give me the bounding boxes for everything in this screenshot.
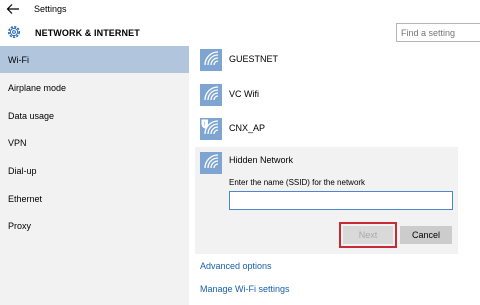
wifi-icon [200,84,222,106]
sidebar-item-label: VPN [8,138,27,148]
ssid-label: Enter the name (SSID) for the network [229,178,366,187]
hidden-network-panel: Hidden Network Enter the name (SSID) for… [195,147,458,254]
page-header: NETWORK & INTERNET [0,19,480,46]
advanced-options-link[interactable]: Advanced options [200,261,272,271]
window-title: Settings [34,4,67,14]
hidden-network-name: Hidden Network [229,155,294,165]
network-name: CNX_AP [229,123,266,133]
cancel-button[interactable]: Cancel [400,226,452,244]
sidebar-item-data-usage[interactable]: Data usage [0,102,189,129]
sidebar-item-wifi[interactable]: Wi-Fi [0,46,189,73]
wifi-shield-icon: ! [200,118,222,140]
page-title: NETWORK & INTERNET [35,28,140,38]
manage-wifi-settings-link[interactable]: Manage Wi-Fi settings [200,284,290,294]
sidebar-item-label: Ethernet [8,194,43,204]
wifi-icon [200,152,222,174]
search-input[interactable] [401,26,477,40]
sidebar-item-ethernet[interactable]: Ethernet [0,185,189,212]
search-box[interactable] [396,23,480,42]
network-item-cnx-ap[interactable]: ! CNX_AP [200,118,470,142]
gear-icon [8,26,20,38]
sidebar-item-label: Airplane mode [8,83,67,93]
sidebar-item-dial-up[interactable]: Dial-up [0,157,189,184]
sidebar: Wi-Fi Airplane mode Data usage VPN Dial-… [0,46,189,305]
wifi-icon [200,49,222,71]
sidebar-item-label: Data usage [8,111,55,121]
title-bar: Settings [0,0,480,19]
network-item-guestnet[interactable]: GUESTNET [200,49,470,73]
next-button[interactable]: Next [343,226,393,244]
ssid-input[interactable] [229,191,453,210]
sidebar-item-airplane-mode[interactable]: Airplane mode [0,74,189,101]
sidebar-item-label: Dial-up [8,166,37,176]
network-name: VC Wifi [229,89,259,99]
sidebar-item-vpn[interactable]: VPN [0,129,189,156]
network-name: GUESTNET [229,54,279,64]
sidebar-item-label: Proxy [8,221,32,231]
sidebar-item-proxy[interactable]: Proxy [0,212,189,239]
sidebar-item-label: Wi-Fi [8,55,29,65]
network-item-vc-wifi[interactable]: VC Wifi [200,84,470,108]
back-arrow-icon[interactable] [6,3,20,15]
